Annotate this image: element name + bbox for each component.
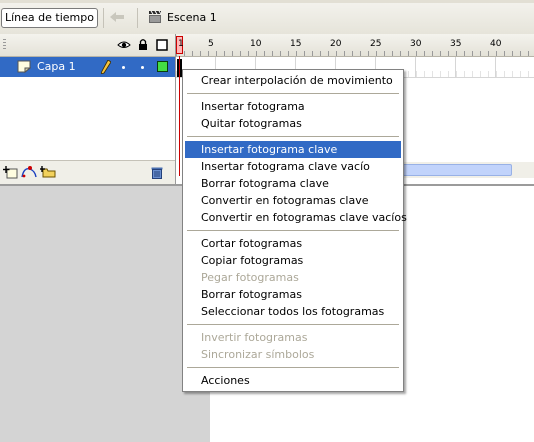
ruler-label: 5 <box>208 39 214 49</box>
ruler-ticks <box>176 51 534 56</box>
ruler-label: 40 <box>490 39 502 49</box>
menu-item-convert-to-blank-keyframes[interactable]: Convertir en fotogramas clave vacíos <box>185 209 407 226</box>
timeline-toolbar: Línea de tiempo Escena 1 <box>0 0 534 35</box>
menu-separator <box>187 93 399 94</box>
menu-separator <box>187 230 399 231</box>
ruler-label: 35 <box>450 39 462 49</box>
menu-item-cut-frames[interactable]: Cortar fotogramas <box>185 235 401 252</box>
ruler-label: 15 <box>290 39 302 49</box>
menu-separator <box>187 367 399 368</box>
menu-item-select-all-frames[interactable]: Seleccionar todos los fotogramas <box>185 303 401 320</box>
menu-item-create-motion-tween[interactable]: Crear interpolación de movimiento <box>185 72 401 89</box>
toolbar-divider <box>137 8 138 28</box>
ruler-label: 1 <box>178 39 184 49</box>
menu-item-insert-frame[interactable]: Insertar fotograma <box>185 98 401 115</box>
toolbar-divider <box>103 8 104 28</box>
back-arrow-icon[interactable] <box>109 11 125 23</box>
playhead-line <box>179 56 180 176</box>
menu-separator <box>187 324 399 325</box>
ruler-label: 10 <box>250 39 262 49</box>
menu-item-clear-keyframe[interactable]: Borrar fotograma clave <box>185 175 401 192</box>
context-menu: Crear interpolación de movimiento Insert… <box>182 69 407 392</box>
ruler-label: 25 <box>370 39 382 49</box>
layer-row[interactable]: Capa 1 <box>0 57 175 77</box>
menu-item-remove-frames[interactable]: Quitar fotogramas <box>185 115 401 132</box>
menu-item-copy-frames[interactable]: Copiar fotogramas <box>185 252 401 269</box>
menu-item-clear-frames[interactable]: Borrar fotogramas <box>185 286 401 303</box>
pencil-icon <box>101 60 111 74</box>
clapperboard-icon <box>149 10 162 23</box>
trash-icon[interactable] <box>151 166 163 179</box>
ruler-label: 20 <box>330 39 342 49</box>
outline-icon[interactable] <box>156 39 168 51</box>
layers-footer <box>0 160 175 185</box>
add-layer-icon[interactable] <box>3 166 18 179</box>
add-folder-icon[interactable] <box>40 166 56 178</box>
outline-color-square[interactable] <box>157 61 168 72</box>
menu-item-synchronize-symbols: Sincronizar símbolos <box>201 348 315 361</box>
menu-item-insert-blank-keyframe[interactable]: Insertar fotograma clave vacío <box>185 158 401 175</box>
eye-icon[interactable] <box>117 39 131 50</box>
layer-icon <box>17 60 31 73</box>
add-motion-guide-icon[interactable] <box>20 165 38 179</box>
menu-item-insert-keyframe[interactable]: Insertar fotograma clave <box>185 141 401 158</box>
visibility-dot[interactable] <box>122 66 125 69</box>
pasteboard <box>0 186 210 442</box>
layers-panel: Capa 1 <box>0 34 176 185</box>
menu-item-convert-to-keyframes[interactable]: Convertir en fotogramas clave <box>185 192 401 209</box>
menu-item-paste-frames: Pegar fotogramas <box>201 271 299 284</box>
scene-label[interactable]: Escena 1 <box>167 11 217 24</box>
toolbar-top-edge <box>0 0 534 3</box>
layer-name[interactable]: Capa 1 <box>37 60 76 73</box>
layers-header <box>0 34 175 57</box>
timeline-toggle-button[interactable]: Línea de tiempo <box>1 8 98 28</box>
menu-separator <box>187 136 399 137</box>
ruler-label: 30 <box>410 39 422 49</box>
menu-item-reverse-frames: Invertir fotogramas <box>201 331 308 344</box>
lock-dot[interactable] <box>141 66 144 69</box>
panel-grip[interactable] <box>3 39 6 51</box>
frame-ruler[interactable]: 1 5 10 15 20 25 30 35 40 <box>176 34 534 57</box>
lock-icon[interactable] <box>138 38 148 51</box>
menu-item-actions[interactable]: Acciones <box>185 372 401 389</box>
